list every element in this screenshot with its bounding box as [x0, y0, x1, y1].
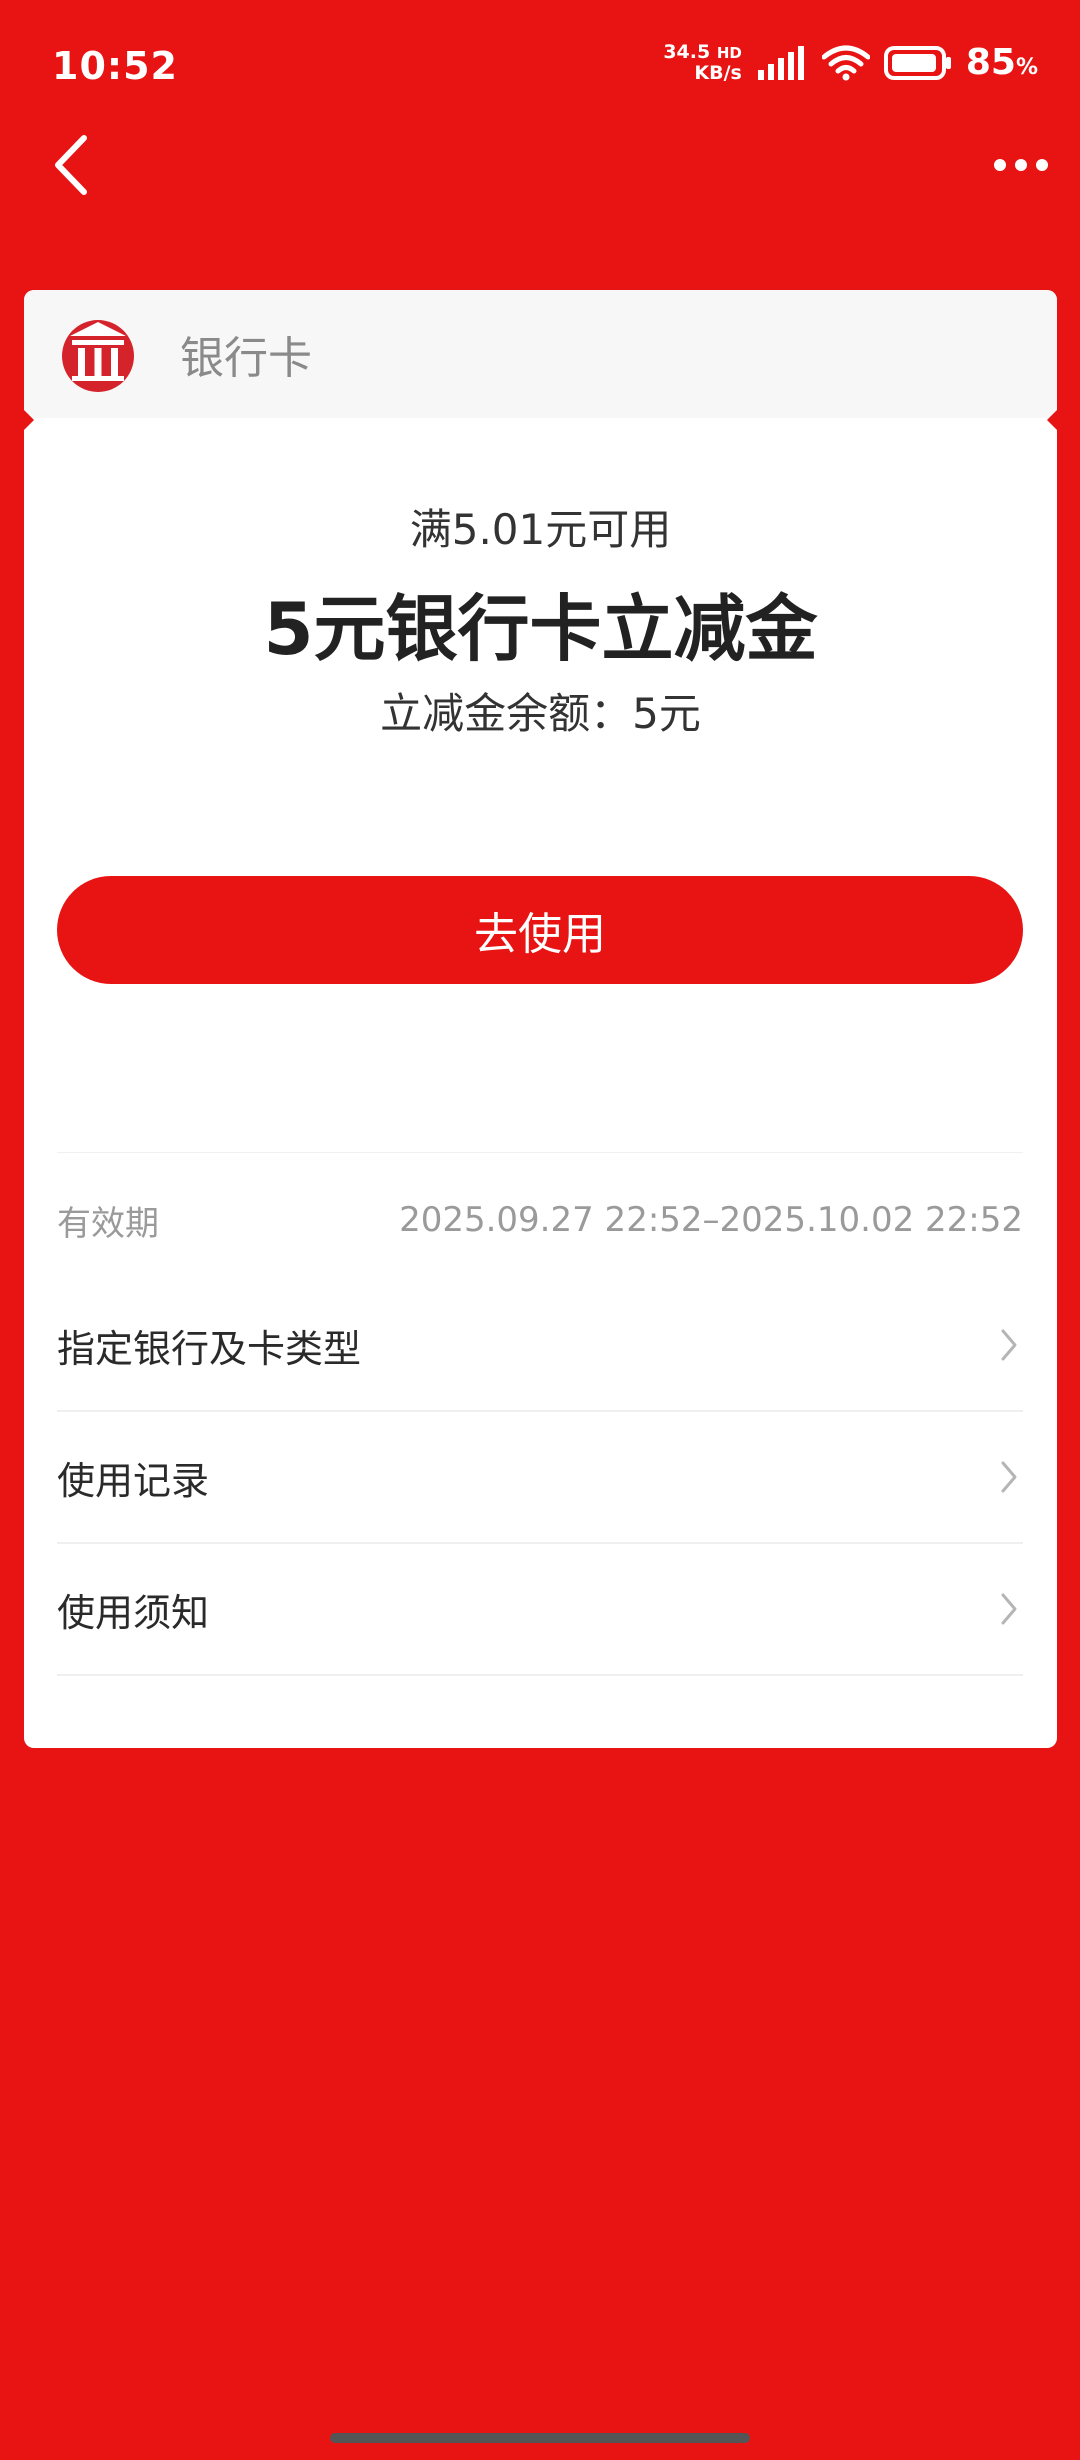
- back-button[interactable]: [40, 130, 110, 200]
- battery-percent: 85%: [965, 42, 1038, 83]
- chevron-left-icon: [55, 135, 87, 195]
- wifi-icon: [821, 45, 870, 80]
- coupon-title: 5元银行卡立减金: [263, 587, 818, 671]
- coupon-balance: 立减金余额：5元: [380, 689, 701, 738]
- chevron-right-icon: [1001, 1593, 1017, 1625]
- chevron-right-icon: [1001, 1329, 1017, 1361]
- use-button[interactable]: 去使用: [57, 876, 1023, 984]
- network-speed: 34.5 HD KB/s: [663, 42, 742, 83]
- validity-row: 有效期 2025.09.27 22:52–2025.10.02 22:52: [57, 1190, 1023, 1250]
- home-indicator[interactable]: [330, 2433, 750, 2443]
- status-time: 10:52: [52, 44, 178, 88]
- ticket-notch-left: [24, 410, 34, 430]
- info-list: 指定银行及卡类型 使用记录 使用须知: [57, 1280, 1023, 1676]
- network-speed-unit: KB/s: [694, 62, 742, 84]
- coupon-condition: 满5.01元可用: [409, 505, 672, 554]
- list-item-bank-card-type[interactable]: 指定银行及卡类型: [57, 1280, 1023, 1412]
- coupon-card: 银行卡 满5.01元可用 5元银行卡立减金 立减金余额：5元 去使用 有效期 2…: [24, 290, 1057, 1748]
- network-speed-value: 34.5 HD: [663, 41, 742, 63]
- status-bar: 10:52 34.5 HD KB/s 85%: [0, 0, 1080, 135]
- list-item-usage-notes[interactable]: 使用须知: [57, 1544, 1023, 1676]
- card-header: 银行卡: [24, 290, 1057, 418]
- header-title: 银行卡: [180, 333, 312, 384]
- bank-icon: [62, 320, 134, 392]
- validity-label: 有效期: [57, 1203, 159, 1244]
- status-icons: 34.5 HD KB/s 85%: [663, 42, 1038, 83]
- list-item-label: 指定银行及卡类型: [57, 1326, 362, 1371]
- divider: [57, 1152, 1023, 1153]
- battery-icon: [883, 45, 951, 80]
- validity-value: 2025.09.27 22:52–2025.10.02 22:52: [399, 1200, 1023, 1240]
- chevron-right-icon: [1001, 1461, 1017, 1493]
- list-item-label: 使用记录: [57, 1458, 210, 1503]
- list-item-usage-records[interactable]: 使用记录: [57, 1412, 1023, 1544]
- nav-bar: [0, 130, 1080, 240]
- more-horizontal-icon: [994, 159, 1048, 171]
- more-button[interactable]: [986, 130, 1056, 200]
- ticket-notch-right: [1047, 410, 1057, 430]
- signal-icon: [757, 45, 804, 80]
- list-item-label: 使用须知: [57, 1590, 210, 1635]
